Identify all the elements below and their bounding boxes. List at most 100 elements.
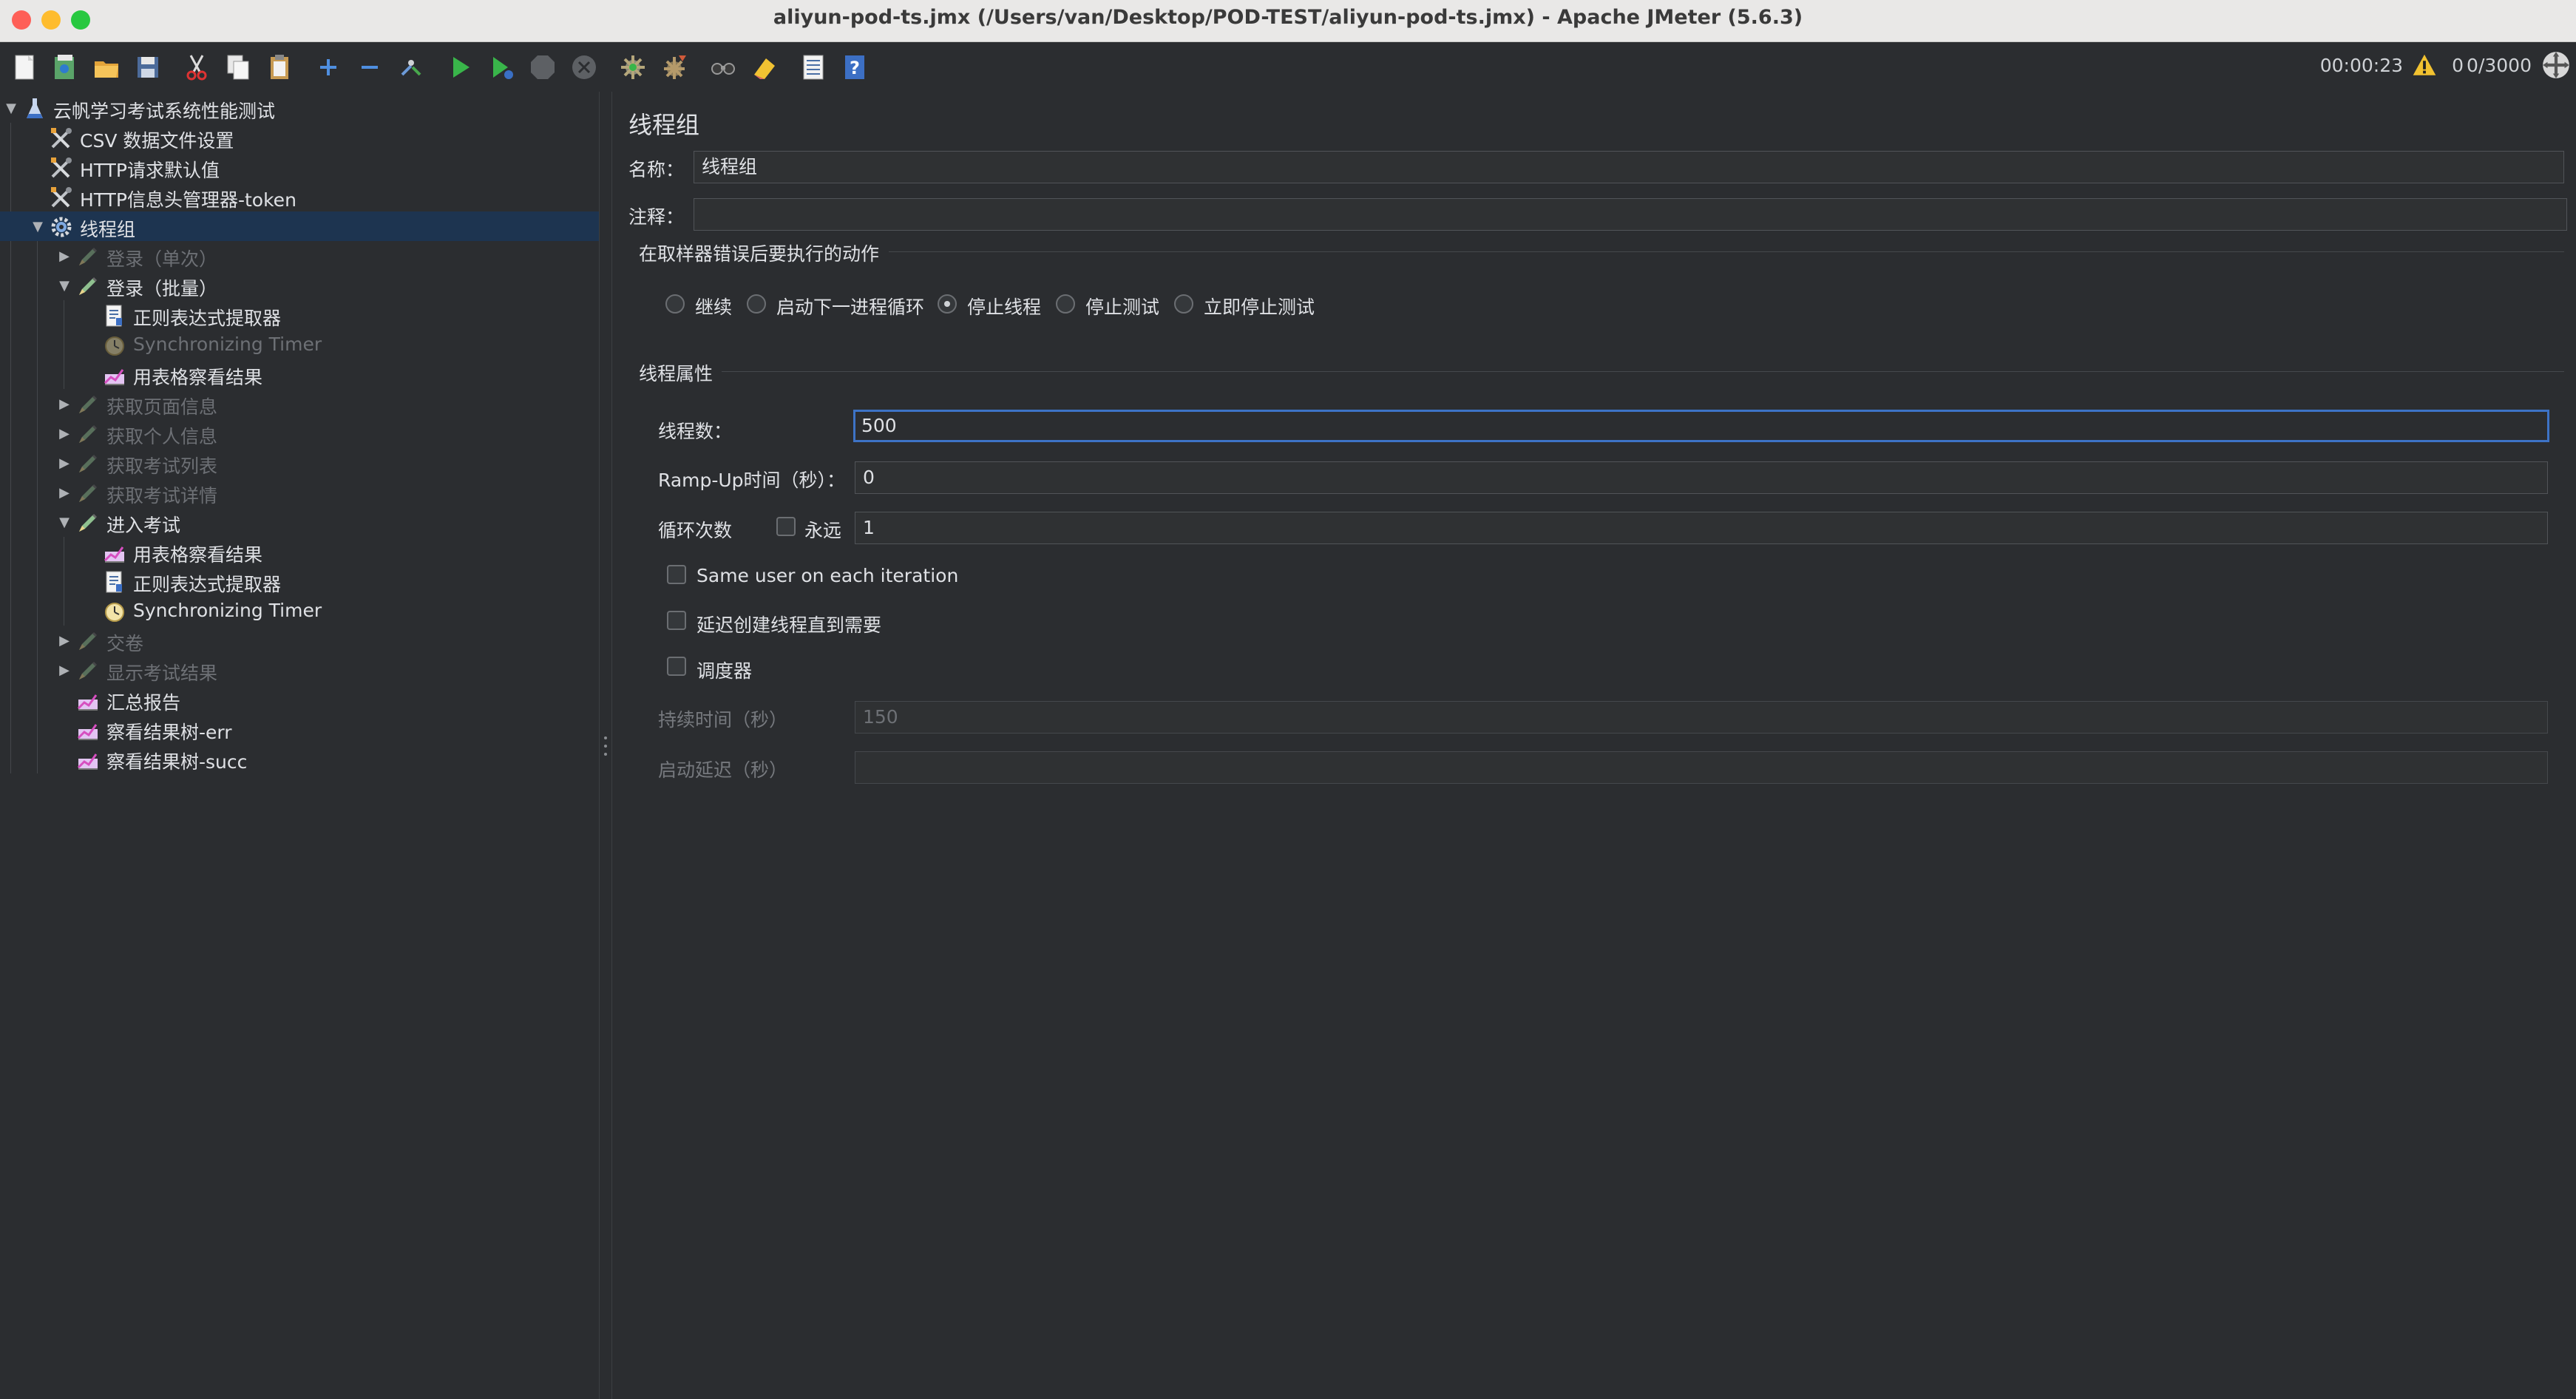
start-icon[interactable]: [444, 51, 476, 84]
listener-chart-icon: [75, 688, 101, 713]
test-plan-tree[interactable]: ▼ 云帆学习考试系统性能测试 CSV 数据文件设置 HTTP请求默认值 HTTP信息头管…: [0, 92, 600, 1399]
stop-icon[interactable]: [526, 51, 559, 84]
reset-search-icon[interactable]: [748, 51, 781, 84]
error-action-radio[interactable]: [1056, 294, 1075, 314]
same-user-checkbox[interactable]: [667, 565, 686, 584]
clear-all-icon[interactable]: [658, 51, 691, 84]
tree-node[interactable]: ▶ 获取页面信息: [0, 389, 599, 419]
name-label: 名称：: [628, 159, 685, 180]
remote-start-icon[interactable]: [2541, 50, 2572, 81]
tree-node[interactable]: HTTP信息头管理器-token: [0, 182, 599, 211]
duration-label: 持续时间（秒）: [658, 709, 788, 731]
chevron-right-icon[interactable]: ▶: [55, 448, 74, 478]
tree-node[interactable]: ▼ 云帆学习考试系统性能测试: [0, 93, 599, 123]
duration-input[interactable]: 150: [855, 701, 2548, 734]
title-bar: aliyun-pod-ts.jmx (/Users/van/Desktop/PO…: [0, 0, 2576, 42]
threads-input[interactable]: 500: [853, 410, 2549, 442]
chevron-right-icon[interactable]: ▶: [55, 626, 74, 655]
tree-node[interactable]: 用表格察看结果: [0, 537, 599, 566]
chevron-right-icon[interactable]: ▶: [55, 419, 74, 448]
chevron-down-icon[interactable]: ▼: [55, 507, 74, 537]
error-action-radio[interactable]: [747, 294, 766, 314]
tree-node[interactable]: ▼ 登录（批量）: [0, 271, 599, 300]
chevron-down-icon[interactable]: ▼: [55, 271, 74, 300]
search-icon[interactable]: [707, 51, 739, 84]
startup-delay-label: 启动延迟（秒）: [658, 759, 788, 781]
expand-icon[interactable]: [312, 51, 345, 84]
tree-node-label: 获取考试详情: [106, 485, 218, 507]
tree-node[interactable]: Synchronizing Timer: [0, 330, 599, 359]
split-pane-divider[interactable]: [600, 92, 612, 1399]
clear-icon[interactable]: [617, 51, 649, 84]
shutdown-icon[interactable]: [568, 51, 600, 84]
chevron-right-icon[interactable]: ▶: [55, 241, 74, 271]
tree-node[interactable]: CSV 数据文件设置: [0, 123, 599, 152]
jmeter-window: aliyun-pod-ts.jmx (/Users/van/Desktop/PO…: [0, 0, 2576, 1399]
tree-node[interactable]: ▶ 获取考试详情: [0, 478, 599, 507]
tree-node[interactable]: 察看结果树-err: [0, 714, 599, 744]
new-icon[interactable]: [9, 51, 41, 84]
error-action-radio[interactable]: [938, 294, 957, 314]
config-tools-icon: [49, 155, 74, 180]
cut-icon[interactable]: [180, 51, 213, 84]
rampup-input[interactable]: 0: [855, 461, 2548, 494]
tree-node[interactable]: 正则表达式提取器: [0, 566, 599, 596]
tree-node-label: 正则表达式提取器: [133, 308, 282, 329]
name-field[interactable]: 线程组: [694, 151, 2564, 183]
tree-node[interactable]: Synchronizing Timer: [0, 596, 599, 626]
warning-icon[interactable]: [2410, 51, 2438, 79]
tree-node-label: Synchronizing Timer: [133, 333, 322, 355]
tree-node[interactable]: 正则表达式提取器: [0, 300, 599, 330]
window-title: aliyun-pod-ts.jmx (/Users/van/Desktop/PO…: [773, 6, 1803, 29]
copy-icon[interactable]: [222, 51, 254, 84]
start-no-pauses-icon[interactable]: [485, 51, 518, 84]
tree-node[interactable]: ▼ 进入考试: [0, 507, 599, 537]
chevron-down-icon[interactable]: ▼: [1, 93, 21, 123]
tree-node[interactable]: ▶ 登录（单次）: [0, 241, 599, 271]
thread-group-panel: 线程组 名称： 线程组 注释： 在取样器错误后要执行的动作 继续 启动下一进程循环…: [612, 92, 2576, 1399]
tree-node-label: 获取考试列表: [106, 455, 218, 477]
error-action-section-title: 在取样器错误后要执行的动作: [639, 243, 880, 265]
tree-node[interactable]: ▶ 获取考试列表: [0, 448, 599, 478]
startup-delay-input[interactable]: [855, 751, 2548, 784]
loop-count-input[interactable]: 1: [855, 512, 2548, 544]
tree-node[interactable]: ▶ 获取个人信息: [0, 419, 599, 448]
error-action-radio[interactable]: [665, 294, 685, 314]
divider-grip-icon[interactable]: [603, 735, 608, 757]
scheduler-checkbox[interactable]: [667, 657, 686, 676]
tree-node-label: 交卷: [106, 633, 144, 654]
tree-node-label: 察看结果树-err: [106, 722, 232, 743]
delay-thread-creation-checkbox[interactable]: [667, 611, 686, 630]
panel-title: 线程组: [628, 111, 700, 139]
chevron-right-icon[interactable]: ▶: [55, 478, 74, 507]
error-action-label: 停止测试: [1085, 297, 1160, 318]
save-icon[interactable]: [132, 51, 164, 84]
chevron-down-icon[interactable]: ▼: [28, 211, 47, 241]
tree-node[interactable]: 察看结果树-succ: [0, 744, 599, 773]
open-icon[interactable]: [90, 51, 123, 84]
forever-checkbox[interactable]: [776, 517, 796, 536]
comment-field[interactable]: [694, 198, 2567, 231]
listener-chart-icon: [102, 540, 127, 565]
error-action-radio[interactable]: [1174, 294, 1193, 314]
tree-node-label: HTTP请求默认值: [80, 160, 220, 181]
tree-node[interactable]: ▶ 显示考试结果: [0, 655, 599, 685]
tree-node-label: 正则表达式提取器: [133, 574, 282, 595]
toggle-icon[interactable]: [395, 51, 427, 84]
paste-icon[interactable]: [263, 51, 296, 84]
tree-node[interactable]: 汇总报告: [0, 685, 599, 714]
collapse-icon[interactable]: [353, 51, 386, 84]
tree-node[interactable]: ▶ 交卷: [0, 626, 599, 655]
section-divider: [889, 251, 2564, 252]
chevron-right-icon[interactable]: ▶: [55, 655, 74, 685]
tree-node[interactable]: 用表格察看结果: [0, 359, 599, 389]
sampler-pen-icon: [75, 658, 101, 683]
chevron-right-icon[interactable]: ▶: [55, 389, 74, 419]
templates-icon[interactable]: [49, 51, 81, 84]
tree-node[interactable]: ▼ 线程组: [0, 211, 599, 241]
listener-chart-icon: [102, 362, 127, 387]
tree-node-label: 登录（批量）: [106, 278, 218, 299]
function-helper-icon[interactable]: [797, 51, 830, 84]
tree-node[interactable]: HTTP请求默认值: [0, 152, 599, 182]
help-icon[interactable]: ?: [838, 51, 871, 84]
